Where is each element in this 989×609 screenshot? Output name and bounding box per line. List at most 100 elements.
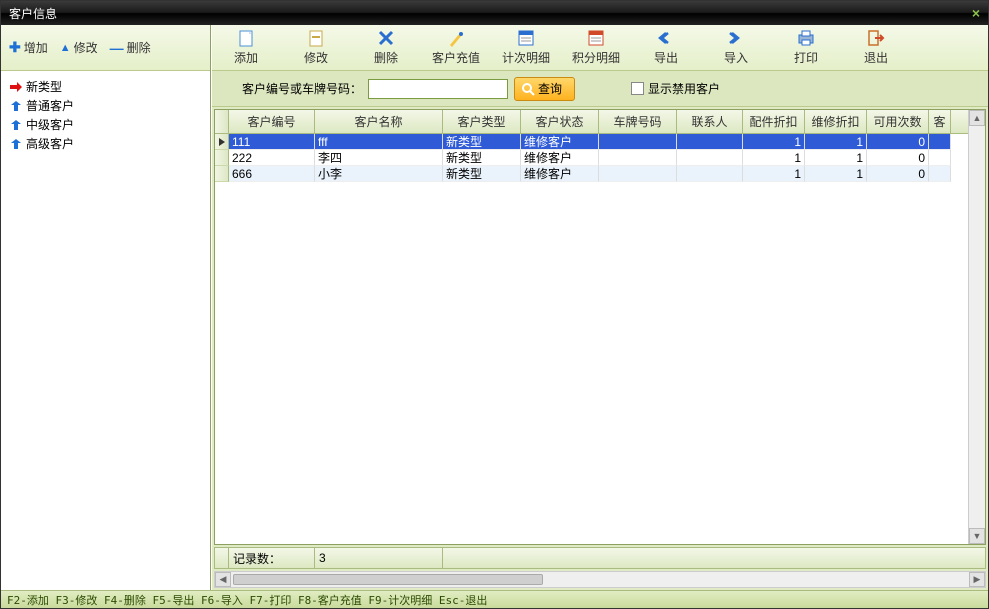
horizontal-scrollbar[interactable]: ◀ ▶: [214, 571, 986, 588]
table-cell: 新类型: [443, 166, 521, 182]
column-header[interactable]: 配件折扣: [743, 110, 805, 133]
search-button-label: 查询: [538, 80, 562, 97]
table-header: 客户编号客户名称客户类型客户状态车牌号码联系人配件折扣维修折扣可用次数客: [215, 110, 968, 134]
tree-item[interactable]: 中级客户: [9, 115, 202, 134]
table-cell: 小李: [315, 166, 443, 182]
column-header[interactable]: 维修折扣: [805, 110, 867, 133]
import-button[interactable]: 导入: [712, 29, 760, 66]
table-cell: [929, 166, 951, 182]
minus-icon: —: [110, 40, 124, 56]
arrow-up-icon: [9, 100, 23, 112]
points-detail-button[interactable]: 积分明细: [572, 29, 620, 66]
sidebar-delete-button[interactable]: — 删除: [110, 39, 151, 56]
column-header[interactable]: 客户编号: [229, 110, 315, 133]
scroll-thumb[interactable]: [233, 574, 543, 585]
table-cell: 李四: [315, 150, 443, 166]
show-disabled-checkbox[interactable]: 显示禁用客户: [631, 80, 720, 97]
table-cell: 1: [805, 166, 867, 182]
export-button[interactable]: 导出: [642, 29, 690, 66]
column-header[interactable]: 客: [929, 110, 951, 133]
tree-item[interactable]: 普通客户: [9, 96, 202, 115]
table-cell: 222: [229, 150, 315, 166]
column-header[interactable]: 客户状态: [521, 110, 599, 133]
window-title: 客户信息: [9, 5, 57, 22]
delete-icon: [376, 29, 396, 47]
sidebar-edit-button[interactable]: ▲ 修改: [60, 39, 98, 56]
exit-button[interactable]: 退出: [852, 29, 900, 66]
table-cell: 1: [805, 150, 867, 166]
add-icon: [236, 29, 256, 47]
table-cell: [599, 134, 677, 150]
sidebar-add-label: 增加: [24, 39, 48, 56]
sidebar-toolbar: ✚ 增加 ▲ 修改 — 删除: [1, 25, 210, 71]
sidebar: ✚ 增加 ▲ 修改 — 删除 新类型普通客户中级客户高级客户: [1, 25, 211, 590]
table-cell: 新类型: [443, 134, 521, 150]
close-icon[interactable]: ×: [972, 5, 980, 21]
scroll-up-icon[interactable]: ▲: [969, 110, 985, 126]
table-cell: [929, 134, 951, 150]
print-button[interactable]: 打印: [782, 29, 830, 66]
edit-button[interactable]: 修改: [292, 29, 340, 66]
header-gutter: [215, 110, 229, 133]
search-bar: 客户编号或车牌号码： 查询 显示禁用客户: [212, 71, 988, 107]
exit-icon: [866, 29, 886, 47]
table-cell: 0: [867, 166, 929, 182]
main-toolbar: 添加 修改删除 客户充值计次明细 积分明细 导出 导入 打印退出: [212, 25, 988, 71]
table-cell: [599, 150, 677, 166]
column-header[interactable]: 客户类型: [443, 110, 521, 133]
toolbar-label: 积分明细: [572, 49, 620, 66]
category-tree: 新类型普通客户中级客户高级客户: [1, 71, 210, 590]
row-gutter: [215, 150, 229, 166]
sidebar-add-button[interactable]: ✚ 增加: [9, 39, 48, 56]
status-text: F2-添加 F3-修改 F4-删除 F5-导出 F6-导入 F7-打印 F8-客…: [7, 592, 487, 608]
search-button[interactable]: 查询: [514, 77, 575, 101]
import-icon: [726, 29, 746, 47]
table-cell: 1: [743, 150, 805, 166]
table-cell: [929, 150, 951, 166]
sidebar-delete-label: 删除: [127, 39, 151, 56]
toolbar-label: 删除: [374, 49, 398, 66]
tree-item-label: 中级客户: [26, 116, 74, 133]
toolbar-label: 计次明细: [502, 49, 550, 66]
vertical-scrollbar[interactable]: ▲ ▼: [968, 110, 985, 544]
table-cell: 0: [867, 134, 929, 150]
toolbar-label: 导出: [654, 49, 678, 66]
column-header[interactable]: 联系人: [677, 110, 743, 133]
checkbox-icon: [631, 82, 644, 95]
table-footer: 记录数： 3: [214, 547, 986, 569]
toolbar-label: 导入: [724, 49, 748, 66]
tree-item-label: 新类型: [26, 78, 62, 95]
table-cell: 维修客户: [521, 166, 599, 182]
tree-item[interactable]: 新类型: [9, 77, 202, 96]
scroll-down-icon[interactable]: ▼: [969, 528, 985, 544]
table-cell: [677, 150, 743, 166]
row-gutter: [215, 166, 229, 182]
plus-icon: ✚: [9, 39, 21, 56]
count-detail-button[interactable]: 计次明细: [502, 29, 550, 66]
row-gutter: [215, 134, 229, 150]
magnifier-icon: [521, 82, 535, 96]
footer-gutter: [215, 548, 229, 568]
column-header[interactable]: 客户名称: [315, 110, 443, 133]
window: 客户信息 × ✚ 增加 ▲ 修改 — 删除 新类型普通客户中级客户高级客户: [0, 0, 989, 609]
scroll-right-icon[interactable]: ▶: [969, 572, 985, 587]
edit-icon: [306, 29, 326, 47]
toolbar-label: 添加: [234, 49, 258, 66]
scroll-left-icon[interactable]: ◀: [215, 572, 231, 587]
count-detail-icon: [516, 29, 536, 47]
recharge-button[interactable]: 客户充值: [432, 29, 480, 66]
main-panel: 添加 修改删除 客户充值计次明细 积分明细 导出 导入 打印退出 客户编号或车牌号码： 查询…: [211, 25, 988, 590]
add-button[interactable]: 添加: [222, 29, 270, 66]
titlebar: 客户信息 ×: [1, 1, 988, 25]
table-cell: 1: [805, 134, 867, 150]
points-detail-icon: [586, 29, 606, 47]
search-input[interactable]: [368, 79, 508, 99]
table-row[interactable]: 222李四新类型维修客户110: [215, 150, 968, 166]
delete-button[interactable]: 删除: [362, 29, 410, 66]
table-cell: 维修客户: [521, 150, 599, 166]
column-header[interactable]: 可用次数: [867, 110, 929, 133]
tree-item[interactable]: 高级客户: [9, 134, 202, 153]
table-row[interactable]: 111fff新类型维修客户110: [215, 134, 968, 150]
table-row[interactable]: 666小李新类型维修客户110: [215, 166, 968, 182]
column-header[interactable]: 车牌号码: [599, 110, 677, 133]
